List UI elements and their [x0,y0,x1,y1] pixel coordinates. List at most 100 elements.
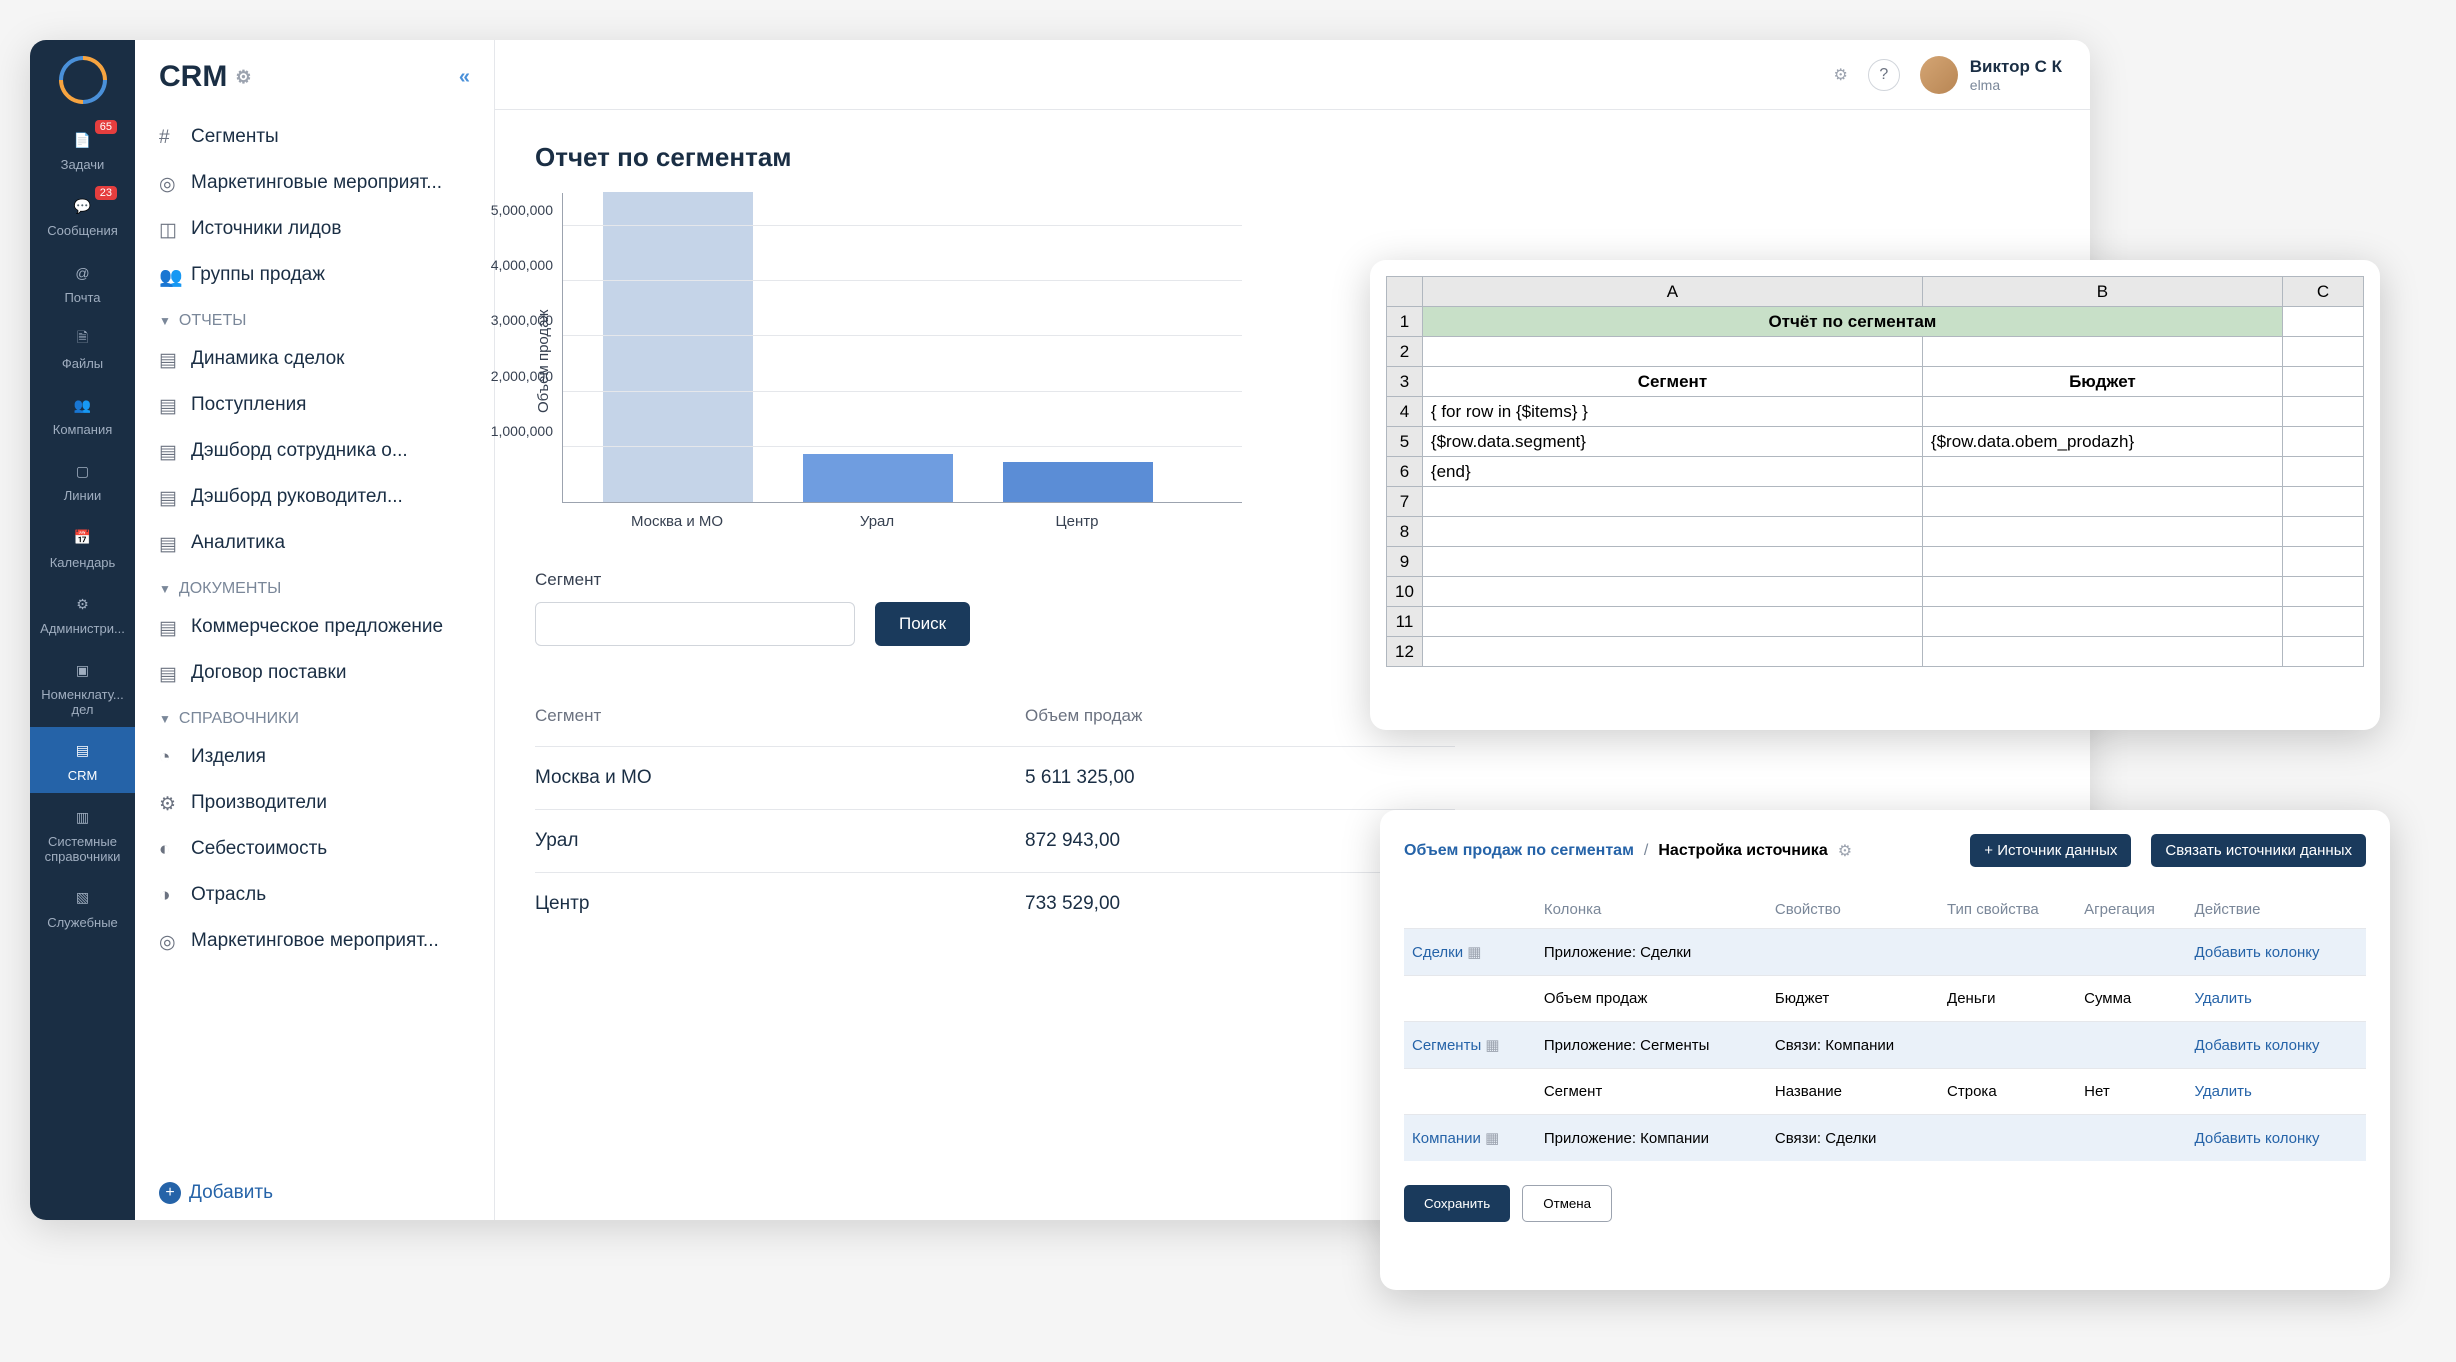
cell[interactable] [2282,337,2363,367]
ds-action[interactable]: Добавить колонку [2195,1130,2320,1147]
rail-nomenclature[interactable]: ▣Номенклату... дел [30,646,135,727]
collapse-icon[interactable]: « [459,66,470,89]
row-header[interactable]: 11 [1387,607,1423,637]
cell[interactable]: Сегмент [1422,367,1922,397]
spreadsheet[interactable]: ABC 1Отчёт по сегментам23СегментБюджет4{… [1386,276,2364,667]
cell[interactable] [2282,517,2363,547]
cell[interactable] [1922,487,2282,517]
sidebar-item-leads[interactable]: ◫Источники лидов [135,206,494,252]
cell[interactable]: {$row.data.obem_prodazh} [1922,427,2282,457]
cell[interactable] [2282,487,2363,517]
cell[interactable] [1422,487,1922,517]
ds-link[interactable]: Сделки [1412,944,1463,961]
cell[interactable] [1422,577,1922,607]
cell[interactable] [2282,607,2363,637]
rail-calendar[interactable]: 📅Календарь [30,514,135,580]
row-header[interactable]: 8 [1387,517,1423,547]
cell[interactable] [1922,607,2282,637]
sidebar-item[interactable]: ◎Маркетинговое мероприят... [135,918,494,964]
cell[interactable] [1422,637,1922,667]
cell[interactable] [2282,637,2363,667]
rail-mail[interactable]: @Почта [30,249,135,315]
ds-link[interactable]: Компании [1412,1130,1481,1147]
gear-icon[interactable]: ⚙ [235,67,251,88]
sidebar-item-groups[interactable]: 👥Группы продаж [135,252,494,298]
cell[interactable] [1922,637,2282,667]
ds-breadcrumb[interactable]: Объем продаж по сегментам [1404,842,1634,860]
cell[interactable] [2282,457,2363,487]
sidebar-item[interactable]: ◑Отрасль [135,872,494,918]
cell[interactable] [1922,517,2282,547]
rail-admin[interactable]: ⚙Администри... [30,580,135,646]
rail-lines[interactable]: ▢Линии [30,447,135,513]
sidebar-add-button[interactable]: +Добавить [135,1166,494,1220]
cell[interactable]: { for row in {$items} } [1422,397,1922,427]
save-button[interactable]: Сохранить [1404,1185,1510,1222]
cell[interactable] [2282,427,2363,457]
col-header[interactable]: A [1422,277,1922,307]
sidebar-item-segments[interactable]: #Сегменты [135,114,494,160]
cell[interactable]: Бюджет [1922,367,2282,397]
ds-action[interactable]: Добавить колонку [2195,1037,2320,1054]
cell[interactable]: {$row.data.segment} [1422,427,1922,457]
user-menu[interactable]: Виктор С К elma [1920,56,2062,94]
help-button[interactable]: ? [1868,59,1900,91]
link-sources-button[interactable]: Связать источники данных [2151,834,2366,867]
gear-icon[interactable]: ⚙ [1838,841,1852,861]
rail-service[interactable]: ▧Служебные [30,874,135,940]
segment-input[interactable] [535,602,855,646]
ds-link[interactable]: Сегменты [1412,1037,1481,1054]
sidebar-item[interactable]: ▤Дэшборд сотрудника о... [135,428,494,474]
sidebar-item[interactable]: ◔Изделия [135,734,494,780]
row-header[interactable]: 7 [1387,487,1423,517]
cell[interactable] [1922,457,2282,487]
sidebar-item[interactable]: ▤Договор поставки [135,650,494,696]
row-header[interactable]: 2 [1387,337,1423,367]
section-documents[interactable]: ▼ДОКУМЕНТЫ [135,566,494,604]
row-header[interactable]: 1 [1387,307,1423,337]
rail-messages[interactable]: 23💬Сообщения [30,182,135,248]
search-button[interactable]: Поиск [875,602,970,646]
cell[interactable] [1922,577,2282,607]
col-header[interactable]: B [1922,277,2282,307]
sidebar-item-marketing[interactable]: ◎Маркетинговые мероприят... [135,160,494,206]
rail-crm[interactable]: ▤CRM [30,727,135,793]
row-header[interactable]: 5 [1387,427,1423,457]
row-header[interactable]: 4 [1387,397,1423,427]
cell[interactable] [1422,607,1922,637]
add-source-button[interactable]: + Источник данных [1970,834,2131,867]
cell[interactable] [2282,397,2363,427]
row-header[interactable]: 6 [1387,457,1423,487]
cell[interactable] [1922,547,2282,577]
cell[interactable]: {end} [1422,457,1922,487]
row-header[interactable]: 10 [1387,577,1423,607]
cell[interactable] [2282,547,2363,577]
ds-action[interactable]: Добавить колонку [2195,944,2320,961]
rail-files[interactable]: 🗎Файлы [30,315,135,381]
rail-system[interactable]: ▥Системные справочники [30,793,135,874]
sidebar-item[interactable]: ⚙Производители [135,780,494,826]
cell[interactable] [2282,577,2363,607]
cell[interactable] [1422,337,1922,367]
rail-company[interactable]: 👥Компания [30,381,135,447]
row-header[interactable]: 12 [1387,637,1423,667]
rail-tasks[interactable]: 65📄Задачи [30,116,135,182]
gear-icon[interactable]: ⚙ [1833,65,1847,85]
cell[interactable] [1922,397,2282,427]
cancel-button[interactable]: Отмена [1522,1185,1612,1222]
section-reports[interactable]: ▼ОТЧЕТЫ [135,298,494,336]
sidebar-item[interactable]: ▤Коммерческое предложение [135,604,494,650]
sidebar-item[interactable]: ◐Себестоимость [135,826,494,872]
row-header[interactable]: 9 [1387,547,1423,577]
cell[interactable]: Отчёт по сегментам [1422,307,2282,337]
cell[interactable] [1922,337,2282,367]
section-directories[interactable]: ▼СПРАВОЧНИКИ [135,696,494,734]
cell[interactable] [1422,517,1922,547]
sidebar-item[interactable]: ▤Дэшборд руководител... [135,474,494,520]
ds-action[interactable]: Удалить [2195,1083,2252,1100]
cell[interactable] [2282,307,2363,337]
row-header[interactable]: 3 [1387,367,1423,397]
sheet-corner[interactable] [1387,277,1423,307]
ds-action[interactable]: Удалить [2195,990,2252,1007]
sidebar-item[interactable]: ▤Аналитика [135,520,494,566]
